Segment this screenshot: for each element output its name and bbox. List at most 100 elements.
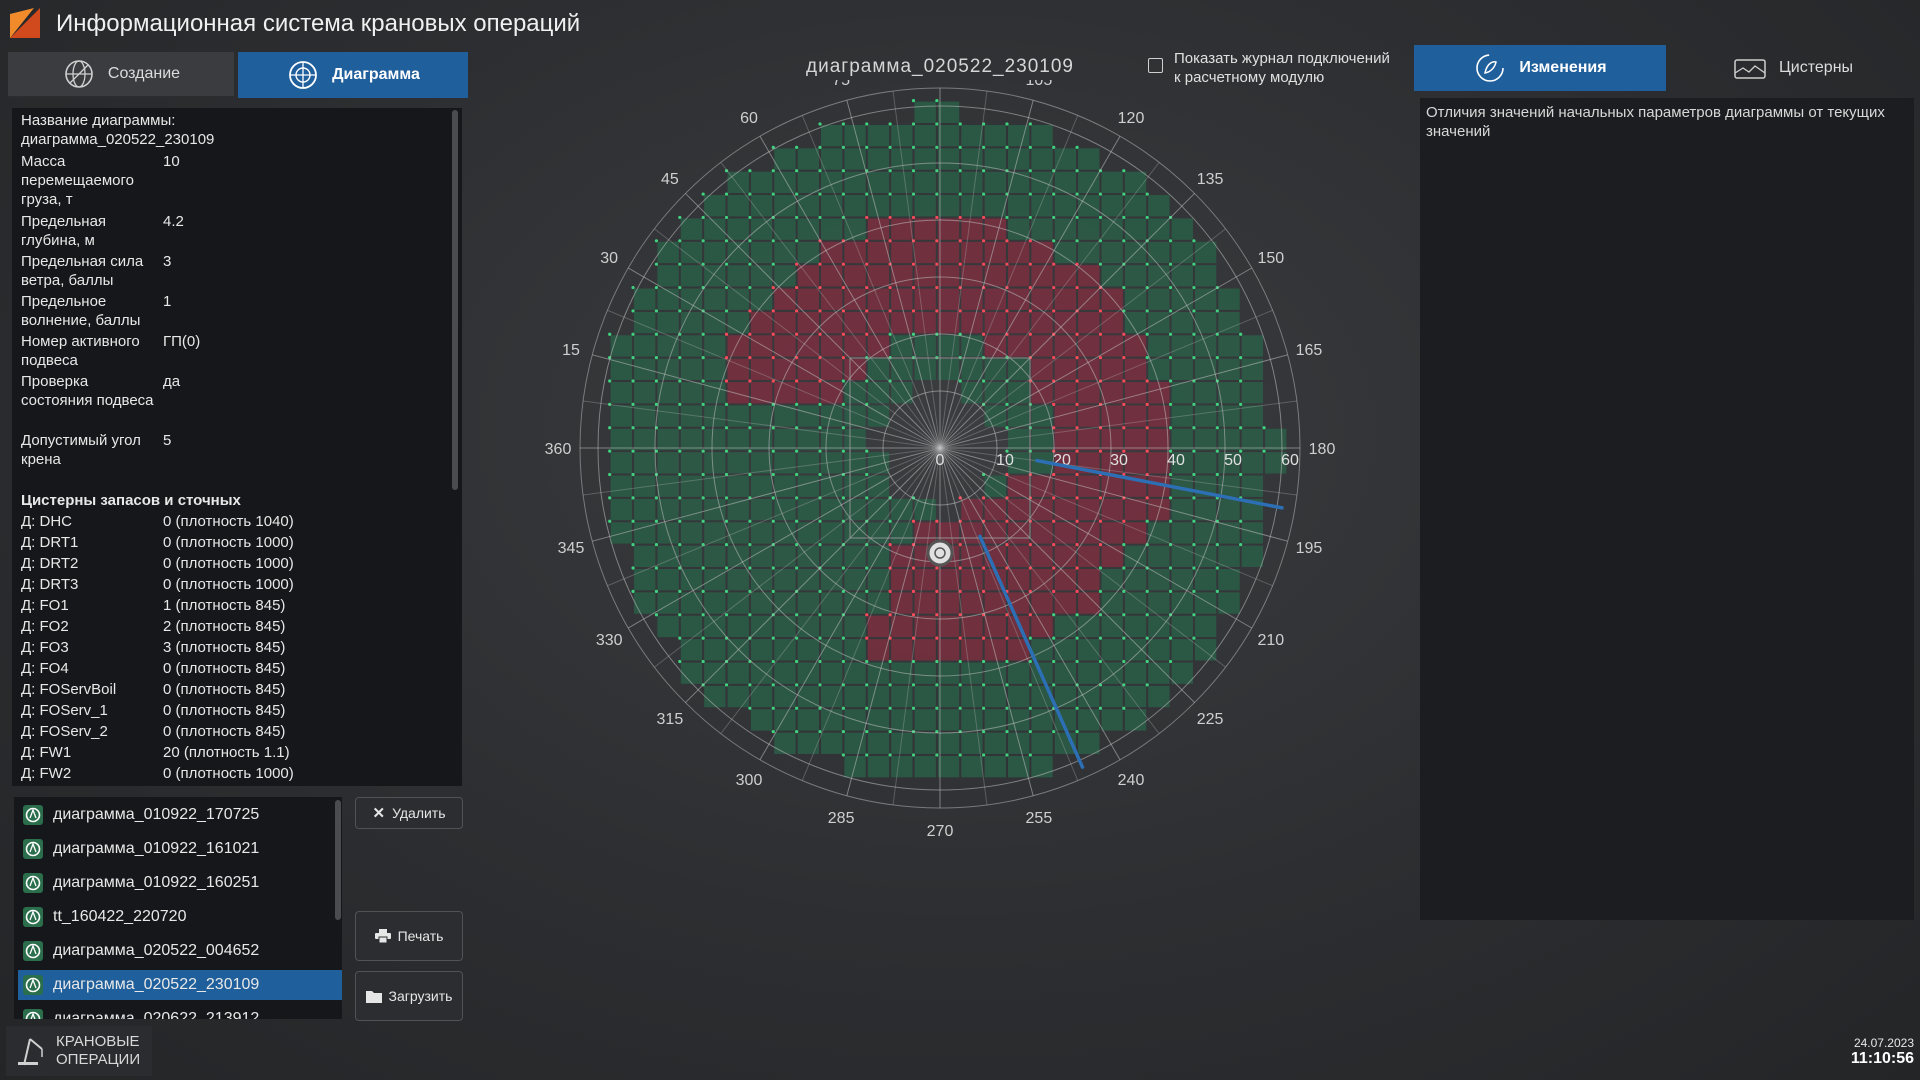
changes-panel <box>1420 98 1914 920</box>
radial-line <box>801 447 941 781</box>
grid-cell <box>914 732 936 754</box>
file-list-item[interactable]: диаграмма_020522_230109 <box>18 970 342 1000</box>
grid-dot <box>935 98 939 103</box>
grid-cell <box>610 452 633 474</box>
grid-cell <box>1078 148 1100 170</box>
tab-create-label: Создание <box>107 65 181 82</box>
angle-tick-label: 135 <box>1197 171 1224 188</box>
print-button[interactable]: Печать <box>355 911 463 961</box>
grid-cell <box>914 148 936 170</box>
file-list-item[interactable]: диаграмма_010922_161021 <box>18 834 342 864</box>
param-row: Номер активного подвеса ГП(0) <box>21 332 451 372</box>
grid-cell <box>1218 311 1240 334</box>
grid-cell <box>704 522 726 544</box>
journal-checkbox[interactable] <box>1148 58 1163 73</box>
grid-cell <box>1171 218 1193 240</box>
grid-cell <box>937 732 960 754</box>
angle-tick-label: 60 <box>740 110 758 127</box>
tank-value: 0 (плотность 845) <box>163 681 286 698</box>
grid-cell <box>867 311 890 334</box>
crane-operations-module-button[interactable]: КРАНОВЫЕ ОПЕРАЦИИ <box>6 1026 152 1076</box>
grid-cell <box>1101 592 1123 614</box>
grid-cell <box>1101 405 1123 427</box>
grid-cell <box>937 358 960 381</box>
grid-cell <box>680 522 703 544</box>
grid-cell <box>1194 311 1217 334</box>
file-list-item[interactable]: диаграмма_020622_213912 <box>18 1004 342 1019</box>
grid-dot <box>1028 122 1032 126</box>
angle-tick-label: 180 <box>1309 441 1336 458</box>
grid-cell <box>1101 241 1123 264</box>
grid-cell <box>984 685 1006 708</box>
radius-tick-label: 50 <box>1224 452 1242 469</box>
angle-tick-label: 285 <box>828 810 855 827</box>
grid-cell <box>984 358 1006 381</box>
grid-cell <box>1078 709 1100 731</box>
grid-cell <box>727 405 749 427</box>
grid-cell <box>727 522 749 544</box>
grid-cell <box>727 685 749 708</box>
tank-value: 0 (плотность 1000) <box>163 765 294 782</box>
diagram-title: диаграмма_020522_230109 <box>806 56 1074 77</box>
grid-cell <box>1078 685 1100 708</box>
grid-cell <box>750 171 773 194</box>
params-scrollbar[interactable] <box>452 110 458 490</box>
tank-value: 0 (плотность 1040) <box>163 513 294 530</box>
grid-dot <box>1239 332 1243 336</box>
grid-cell <box>750 639 773 661</box>
file-list-item[interactable]: tt_160422_220720 <box>18 902 342 932</box>
grid-cell <box>1031 545 1053 567</box>
delete-button[interactable]: ✕ Удалить <box>355 797 463 829</box>
tab-create[interactable]: Создание <box>8 52 234 98</box>
file-list-item[interactable]: диаграмма_010922_170725 <box>18 800 342 830</box>
file-list-item[interactable]: диаграмма_010922_160251 <box>18 868 342 898</box>
grid-cell <box>844 498 866 521</box>
grid-dot <box>911 98 916 103</box>
radius-tick-label: 10 <box>996 452 1014 469</box>
grid-dot <box>631 285 635 290</box>
angle-tick-label: 195 <box>1296 540 1323 557</box>
tab-changes-label: Изменения <box>1519 59 1607 76</box>
grid-cell <box>1101 498 1123 521</box>
grid-cell <box>821 218 843 240</box>
param-value: да <box>163 373 181 390</box>
grid-cell <box>914 662 936 684</box>
grid-cell <box>1031 288 1053 310</box>
grid-cell <box>1031 522 1053 544</box>
tab-diagram[interactable]: Диаграмма <box>238 52 468 98</box>
tab-diagram-label: Диаграмма <box>332 66 420 83</box>
grid-dot <box>1075 145 1079 149</box>
grid-cell <box>984 592 1006 614</box>
grid-cell <box>1194 428 1217 451</box>
grid-cell <box>1031 592 1053 614</box>
grid-cell <box>680 428 703 451</box>
tab-tanks[interactable]: Цистерны <box>1670 45 1916 91</box>
grid-cell <box>1078 662 1100 684</box>
grid-cell <box>1241 335 1264 357</box>
grid-cell <box>704 568 726 591</box>
grid-cell <box>727 662 749 684</box>
grid-cell <box>1101 615 1123 638</box>
grid-cell <box>704 195 726 217</box>
grid-cell <box>774 545 796 567</box>
grid-dot <box>1192 239 1196 243</box>
grid-cell <box>797 148 820 170</box>
grid-cell <box>1007 405 1030 427</box>
grid-cell <box>657 288 679 310</box>
grid-cell <box>937 218 960 240</box>
grid-cell <box>634 498 656 521</box>
grid-cell <box>610 428 633 451</box>
load-button[interactable]: Загрузить <box>355 971 463 1021</box>
angle-tick-label: 225 <box>1197 711 1224 728</box>
grid-cell <box>1078 382 1100 404</box>
grid-cell <box>867 148 890 170</box>
file-list-scrollbar[interactable] <box>335 800 341 920</box>
folder-icon <box>365 990 382 1003</box>
grid-cell <box>750 241 773 264</box>
grid-cell <box>914 171 936 194</box>
file-list-item[interactable]: диаграмма_020522_004652 <box>18 936 342 966</box>
tab-changes[interactable]: Изменения <box>1414 45 1666 91</box>
polar-work-diagram[interactable]: 1530456075901051201351501651801952102252… <box>460 80 1420 1020</box>
grid-cell <box>634 568 656 591</box>
grid-cell <box>680 639 703 661</box>
